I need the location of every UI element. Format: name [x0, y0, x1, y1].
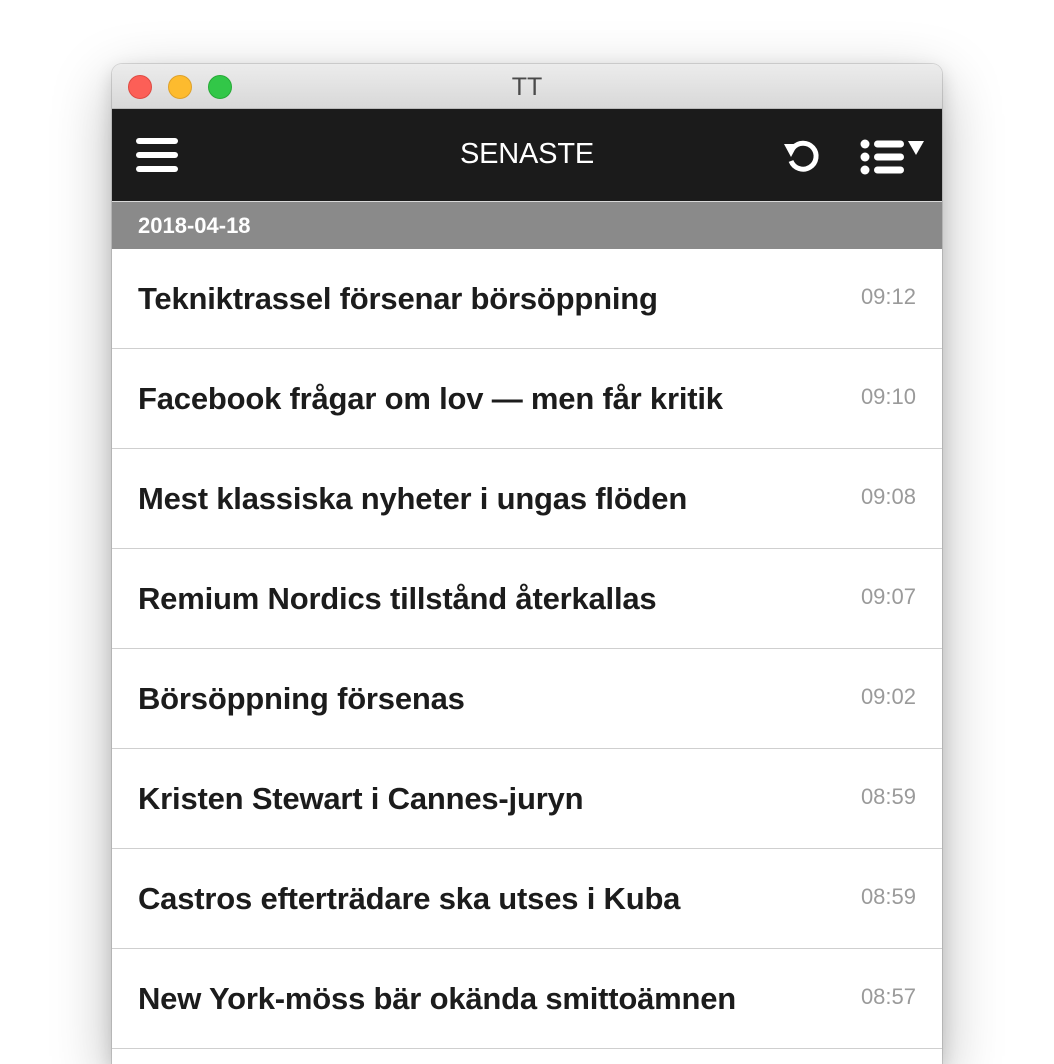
news-headline: New York-möss bär okända smittoämnen — [138, 981, 737, 1016]
news-list-item[interactable]: New York-möss bär okända smittoämnen 08:… — [112, 949, 942, 1049]
news-headline: Remium Nordics tillstånd återkallas — [138, 581, 657, 616]
news-time: 08:59 — [860, 784, 916, 809]
news-list-item[interactable]: Facebook frågar om lov — men får kritik … — [112, 349, 942, 449]
news-time: 08:57 — [860, 984, 916, 1009]
news-headline: Mest klassiska nyheter i ungas flöden — [138, 481, 688, 516]
date-section-header: 2018-04-18 — [112, 201, 942, 249]
news-time: 09:12 — [860, 284, 916, 309]
news-list-item[interactable]: Remium Nordics tillstånd återkallas 09:0… — [112, 549, 942, 649]
news-list-item[interactable]: Börsöppning försenas 09:02 — [112, 649, 942, 749]
news-headline: Facebook frågar om lov — men får kritik — [138, 381, 723, 416]
news-time: 09:07 — [860, 584, 916, 609]
news-list: Tekniktrassel försenar börsöppning 09:12… — [112, 249, 942, 1049]
list-dropdown-icon[interactable] — [860, 139, 928, 175]
news-list-item[interactable]: Kristen Stewart i Cannes-juryn 08:59 — [112, 749, 942, 849]
news-list-item[interactable]: Castros efterträdare ska utses i Kuba 08… — [112, 849, 942, 949]
app-header: SENASTE — [112, 109, 942, 201]
news-time: 08:59 — [860, 884, 916, 909]
refresh-icon[interactable] — [782, 135, 824, 177]
window-title: TT — [511, 73, 543, 101]
news-headline: Tekniktrassel försenar börsöppning — [138, 281, 658, 316]
news-headline: Castros efterträdare ska utses i Kuba — [138, 881, 681, 916]
news-list-item[interactable]: Mest klassiska nyheter i ungas flöden 09… — [112, 449, 942, 549]
news-time: 09:10 — [860, 384, 916, 409]
news-time: 09:02 — [860, 684, 916, 709]
window-titlebar[interactable]: TT — [112, 64, 942, 109]
news-list-item[interactable]: Tekniktrassel försenar börsöppning 09:12 — [112, 249, 942, 349]
news-headline: Kristen Stewart i Cannes-juryn — [138, 781, 584, 816]
news-headline: Börsöppning försenas — [138, 681, 465, 716]
news-time: 09:08 — [860, 484, 916, 509]
app-window: TT SENASTE 2018-04-18 Tekniktrassel förs… — [112, 64, 942, 1064]
